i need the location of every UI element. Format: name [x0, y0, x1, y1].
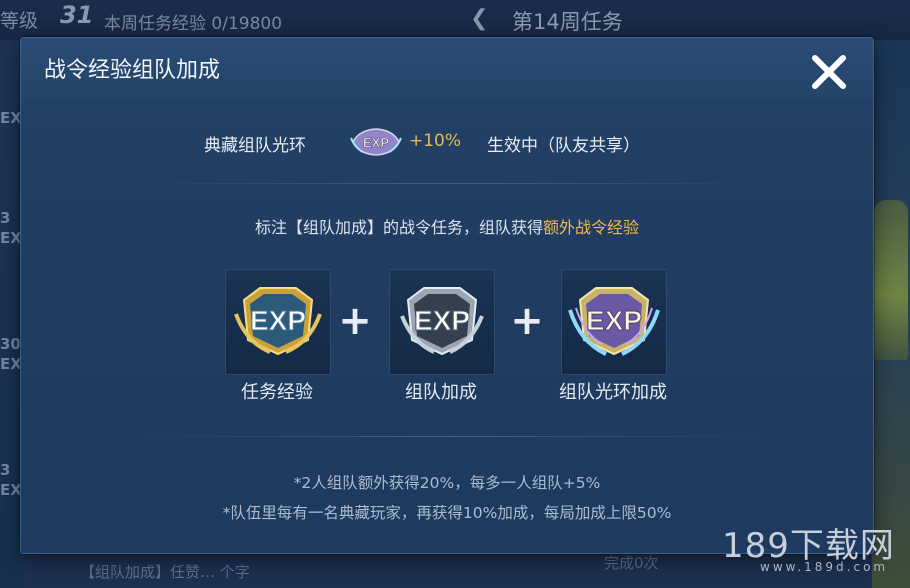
aura-label: 典藏组队光环: [204, 136, 306, 156]
bonus-description: 标注【组队加成】的战令任务，组队获得额外战令经验: [21, 214, 873, 238]
chevron-left-icon[interactable]: ❮: [470, 6, 488, 31]
exp-card-aura: EXP: [561, 269, 667, 375]
sidebar-item: EX: [0, 109, 22, 127]
svg-text:EXP: EXP: [414, 305, 470, 336]
description-text: 标注【组队加成】的战令任务，组队获得: [254, 218, 543, 237]
exp-aura-badge-icon: EXP: [349, 126, 403, 158]
sidebar-item: 3: [0, 209, 11, 227]
hero-figure: [874, 200, 908, 360]
bottom-task-text: 【组队加成】任赞… 个字: [80, 563, 250, 581]
level-label: 等级: [0, 10, 39, 32]
exp-card-label: 组队光环加成: [559, 382, 667, 403]
aura-status: 生效中（队友共享）: [487, 136, 640, 156]
watermark-url: www.189d.com: [760, 560, 889, 574]
divider: [141, 183, 761, 184]
exp-card-team: EXP: [389, 269, 495, 375]
done-count: 完成0次: [604, 554, 659, 572]
plus-sign: +: [510, 298, 544, 344]
plus-sign: +: [338, 298, 372, 344]
sidebar-item: 3: [0, 461, 11, 479]
sidebar-item: 30: [0, 335, 21, 353]
sidebar-item: EX: [0, 481, 22, 499]
aura-row: 典藏组队光环 EXP +10% 生效中（队友共享）: [21, 126, 873, 160]
team-bonus-dialog: 战令经验组队加成 典藏组队光环 EXP +10% 生效中（队友共享） 标注【组队…: [20, 37, 874, 554]
exp-silver-icon: EXP: [400, 287, 484, 356]
aura-percent: +10%: [409, 131, 462, 151]
close-button[interactable]: [807, 50, 851, 94]
level-number: 31: [60, 1, 94, 29]
exp-gold-icon: EXP: [234, 287, 322, 356]
exp-card-task: EXP: [225, 269, 331, 375]
rule-note: *2人组队额外获得20%，每多一人组队+5%: [293, 474, 601, 492]
exp-card-label: 组队加成: [405, 382, 477, 403]
week-title: 第14周任务: [512, 10, 623, 34]
exp-aura-icon: EXP: [568, 287, 660, 356]
dialog-title: 战令经验组队加成: [44, 58, 221, 83]
sidebar-item: EX: [0, 229, 22, 247]
svg-text:EXP: EXP: [363, 135, 389, 150]
close-icon: [812, 55, 846, 89]
svg-text:EXP: EXP: [250, 305, 306, 336]
sidebar-item: EX: [0, 355, 22, 373]
svg-text:EXP: EXP: [586, 305, 642, 336]
divider: [141, 436, 761, 437]
description-highlight: 额外战令经验: [543, 218, 640, 237]
weekly-exp-progress: 本周任务经验 0/19800: [104, 14, 283, 34]
